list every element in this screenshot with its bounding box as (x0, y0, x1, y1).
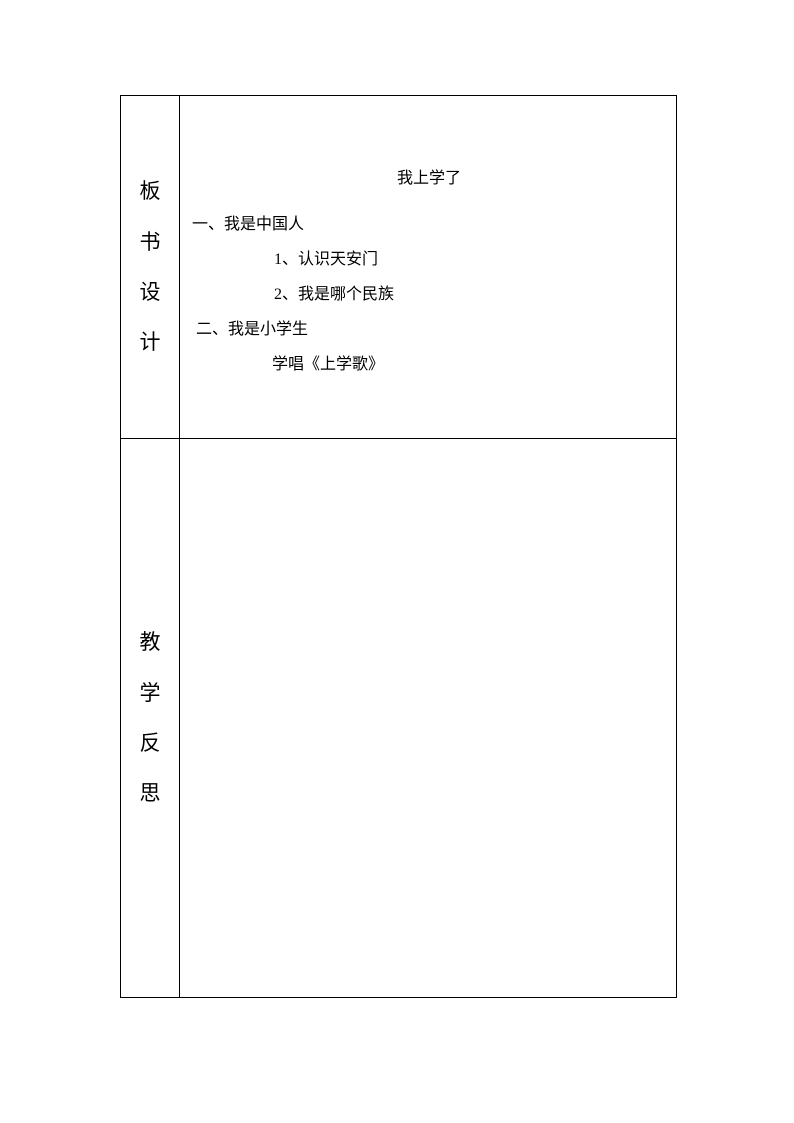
label-char: 书 (121, 217, 179, 267)
reflection-label: 教 学 反 思 (121, 617, 179, 819)
board-design-line: 二、我是小学生 (192, 312, 666, 347)
board-design-label: 板 书 设 计 (121, 166, 179, 368)
reflection-content-cell (180, 439, 677, 998)
label-char: 思 (121, 768, 179, 818)
board-design-content: 我上学了 一、我是中国人1、认识天安门2、我是哪个民族二、我是小学生学唱《上学歌… (180, 133, 676, 400)
board-design-line: 学唱《上学歌》 (192, 347, 666, 382)
board-design-line: 1、认识天安门 (192, 242, 666, 277)
reflection-content (180, 695, 676, 741)
label-char: 反 (121, 718, 179, 768)
lesson-plan-table: 板 书 设 计 我上学了 一、我是中国人1、认识天安门2、我是哪个民族二、我是小… (120, 95, 677, 998)
label-char: 教 (121, 617, 179, 667)
board-design-content-cell: 我上学了 一、我是中国人1、认识天安门2、我是哪个民族二、我是小学生学唱《上学歌… (180, 96, 677, 439)
document-page: 板 书 设 计 我上学了 一、我是中国人1、认识天安门2、我是哪个民族二、我是小… (0, 0, 794, 1123)
board-title: 我上学了 (192, 161, 666, 196)
reflection-label-cell: 教 学 反 思 (121, 439, 180, 998)
board-design-line: 一、我是中国人 (192, 207, 666, 242)
label-char: 板 (121, 166, 179, 216)
board-design-label-cell: 板 书 设 计 (121, 96, 180, 439)
table-row: 板 书 设 计 我上学了 一、我是中国人1、认识天安门2、我是哪个民族二、我是小… (121, 96, 677, 439)
label-char: 设 (121, 267, 179, 317)
table-row: 教 学 反 思 (121, 439, 677, 998)
label-char: 计 (121, 317, 179, 367)
label-char: 学 (121, 668, 179, 718)
board-design-line: 2、我是哪个民族 (192, 277, 666, 312)
